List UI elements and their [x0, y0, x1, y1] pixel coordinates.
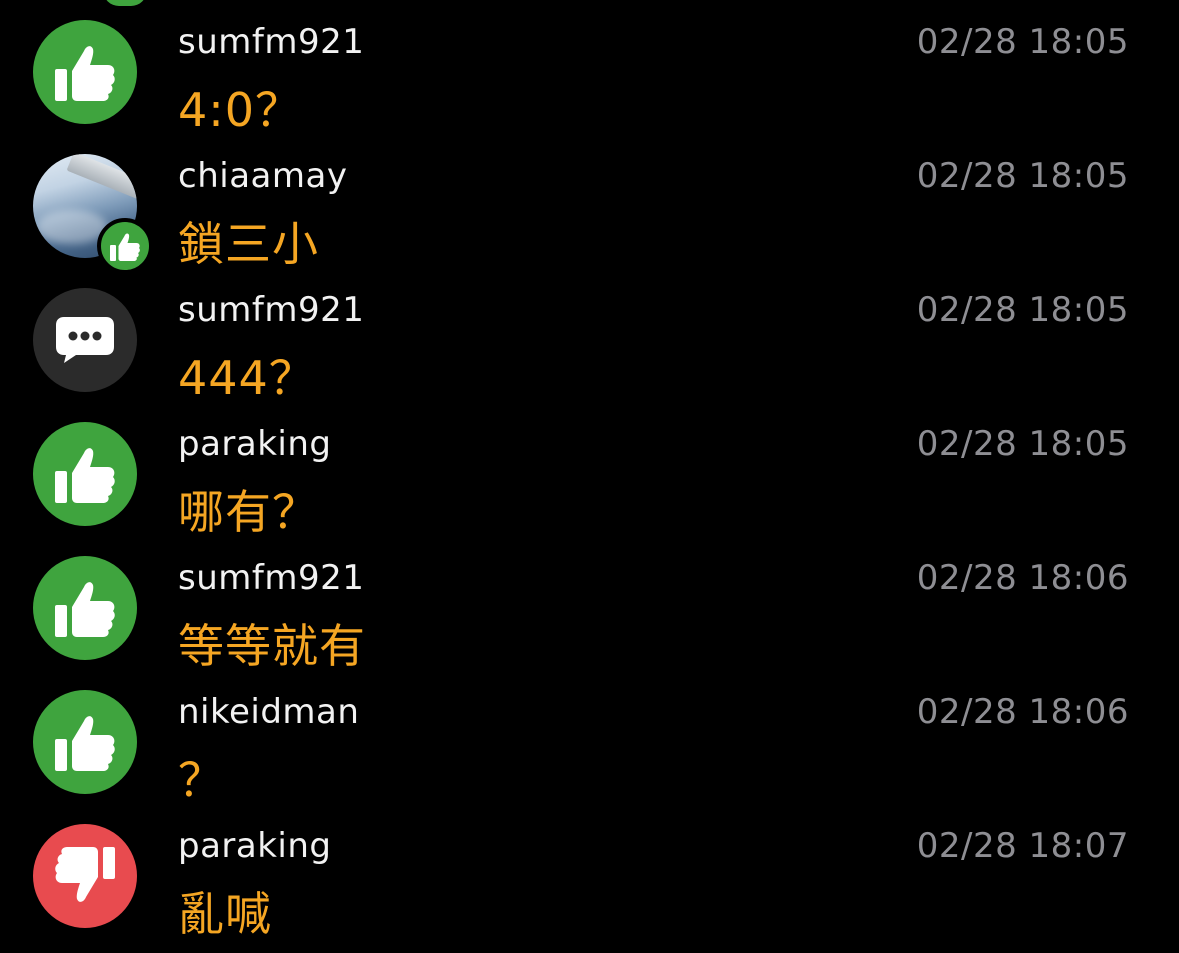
thumbs-down-icon: [53, 845, 117, 907]
comment-row[interactable]: paraking 02/28 18:07 亂喊: [0, 804, 1179, 941]
thumbs-up-icon: [53, 711, 117, 773]
comment-list[interactable]: sumfm921 02/28 18:05 4:0？ chiaamay 02/28…: [0, 0, 1179, 953]
comment-message: 等等就有: [178, 619, 366, 673]
comment-row[interactable]: paraking 02/28 18:05 哪有？: [0, 402, 1179, 539]
speech-bubble-icon: [54, 315, 116, 365]
comment-message: 444？: [178, 351, 316, 405]
comment-username[interactable]: sumfm921: [178, 558, 364, 598]
reaction-avatar[interactable]: [33, 422, 137, 526]
comment-timestamp: 02/28 18:05: [916, 424, 1129, 464]
comment-message: 4:0？: [178, 83, 303, 137]
thumbs-up-icon: [53, 41, 117, 103]
comment-username[interactable]: paraking: [178, 826, 332, 866]
comment-timestamp: 02/28 18:07: [916, 826, 1129, 866]
user-avatar-photo[interactable]: [33, 154, 153, 274]
comment-row[interactable]: chiaamay 02/28 18:05 鎖三小: [0, 134, 1179, 274]
comment-row[interactable]: sumfm921 02/28 18:05 444？: [0, 268, 1179, 405]
comment-message: 哪有？: [178, 485, 319, 539]
thumbs-up-icon: [53, 443, 117, 505]
cloud-image: [37, 210, 107, 244]
comment-username[interactable]: sumfm921: [178, 290, 364, 330]
reaction-avatar[interactable]: [33, 288, 137, 392]
comment-username[interactable]: paraking: [178, 424, 332, 464]
comment-timestamp: 02/28 18:05: [916, 290, 1129, 330]
comment-username[interactable]: sumfm921: [178, 22, 364, 62]
comment-timestamp: 02/28 18:06: [916, 692, 1129, 732]
reaction-avatar[interactable]: [33, 690, 137, 794]
comment-row[interactable]: sumfm921 02/28 18:05 4:0？: [0, 0, 1179, 137]
comment-row[interactable]: nikeidman 02/28 18:06 ？: [0, 670, 1179, 807]
thumbs-up-icon: [109, 231, 141, 262]
comment-timestamp: 02/28 18:05: [916, 22, 1129, 62]
reaction-avatar[interactable]: [33, 824, 137, 928]
comment-row[interactable]: sumfm921 02/28 18:06 等等就有: [0, 536, 1179, 673]
reaction-avatar[interactable]: [33, 556, 137, 660]
reaction-avatar[interactable]: [33, 20, 137, 124]
comment-username[interactable]: chiaamay: [178, 156, 347, 196]
thumbs-up-icon: [53, 577, 117, 639]
comment-username[interactable]: nikeidman: [178, 692, 359, 732]
comment-message: 鎖三小: [178, 217, 319, 271]
comment-message: 亂喊: [178, 887, 272, 941]
comment-message: ？: [178, 753, 225, 807]
comment-timestamp: 02/28 18:06: [916, 558, 1129, 598]
airplane-wing-image: [66, 154, 137, 205]
comment-timestamp: 02/28 18:05: [916, 156, 1129, 196]
reaction-badge: [97, 218, 153, 274]
